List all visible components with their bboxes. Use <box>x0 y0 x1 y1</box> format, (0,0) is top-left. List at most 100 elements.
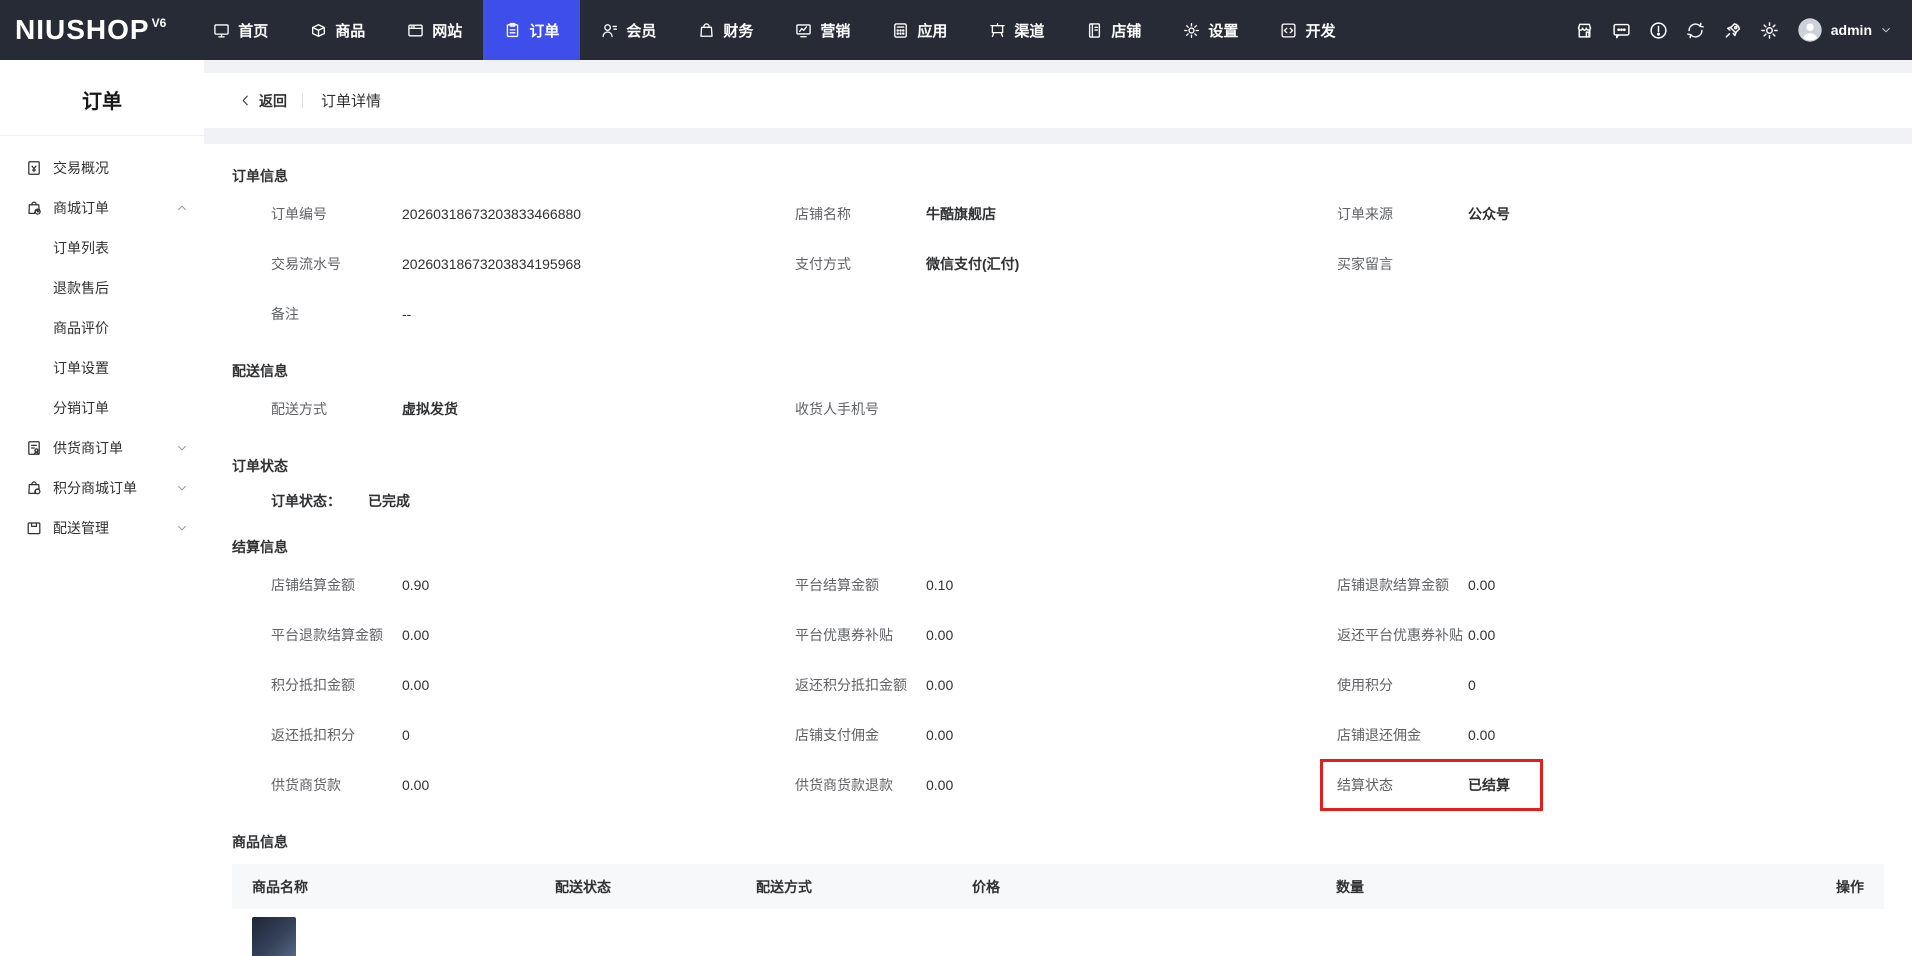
nav-item-shop[interactable]: 店铺 <box>1065 0 1162 60</box>
nav-item-finance[interactable]: 财务 <box>677 0 774 60</box>
sidebar-item-delivery-manage[interactable]: 配送管理 <box>0 508 204 548</box>
easel-icon <box>990 22 1006 37</box>
sidebar-item-label: 供货商订单 <box>53 440 123 456</box>
field-value: 0 <box>402 727 410 743</box>
code-icon <box>1281 22 1296 38</box>
sidebar-item-order-list[interactable]: 订单列表 <box>0 228 204 268</box>
alert-button[interactable] <box>1649 21 1668 40</box>
field-label: 返还抵扣积分 <box>271 727 355 743</box>
sidebar-item-distribution-order[interactable]: 分销订单 <box>0 388 204 428</box>
sidebar-item-label: 退款售后 <box>53 280 109 296</box>
field-label: 供货商货款 <box>271 777 341 793</box>
field-value: 0.00 <box>926 627 954 643</box>
sidebar-item-supplier-order[interactable]: 供货商订单 <box>0 428 204 468</box>
package-icon <box>312 23 326 37</box>
field-label: 订单来源 <box>1337 206 1393 222</box>
user-menu[interactable]: admin <box>1797 17 1892 43</box>
section-title-order-info: 订单信息 <box>232 168 288 184</box>
user-name: admin <box>1830 22 1872 38</box>
sidebar-item-goods-review[interactable]: 商品评价 <box>0 308 204 348</box>
layout: 订单 交易概况 商城订单订单列表退款售后商品评价 订单设置分销订单供货商订单积分商城… <box>0 60 1912 956</box>
order-status-row: 订单状态： 已完成 <box>232 478 1884 524</box>
nav-item-label: 财务 <box>723 22 754 40</box>
nav-item-label: 应用 <box>917 22 948 40</box>
chevron-left-icon <box>242 95 248 106</box>
nav-item-label: 网站 <box>432 22 463 40</box>
field-settlement_info-14: 结算状态 已结算 <box>1320 759 1884 811</box>
nav-item-label: 店铺 <box>1111 22 1142 40</box>
sidebar-item-order-settings[interactable]: 订单设置 <box>0 348 204 388</box>
field-label: 积分抵扣金额 <box>271 677 355 693</box>
field-label: 平台优惠券补贴 <box>795 627 893 643</box>
top-navbar: NIUSHOP V6 首页 商品 网站 订单 会员 财务 营销 应用 渠道 店铺 设置 开发 admi… <box>0 0 1912 60</box>
nav-item-label: 首页 <box>238 22 269 40</box>
field-settlement_info-6: 积分抵扣金额 0.00 <box>271 675 795 695</box>
sidebar-item-points-mall-order[interactable]: 积分商城订单 <box>0 468 204 508</box>
money-bag-icon <box>700 22 714 37</box>
logo-version: V6 <box>151 16 167 30</box>
field-value: 公众号 <box>1468 206 1510 222</box>
nav-item-label: 渠道 <box>1014 22 1045 40</box>
field-value: 0.00 <box>926 677 954 693</box>
field-label: 店铺结算金额 <box>271 577 355 593</box>
logo[interactable]: NIUSHOP V6 <box>15 0 166 60</box>
topnav-right-icons <box>1575 21 1779 40</box>
nav-item-label: 开发 <box>1305 22 1336 40</box>
field-label: 供货商货款退款 <box>795 777 893 793</box>
nav-item-settings[interactable]: 设置 <box>1162 0 1259 60</box>
sidebar-item-label: 积分商城订单 <box>53 480 137 496</box>
message-button[interactable] <box>1612 21 1631 40</box>
settlement-status-highlight: 结算状态 已结算 <box>1320 759 1543 811</box>
rocket-button[interactable] <box>1723 21 1742 40</box>
nav-item-goods[interactable]: 商品 <box>289 0 386 60</box>
nav-item-dev[interactable]: 开发 <box>1259 0 1356 60</box>
back-button[interactable]: 返回 <box>239 91 287 111</box>
sidebar-item-mall-order[interactable]: 商城订单 <box>0 188 204 228</box>
gear-button[interactable] <box>1760 21 1779 40</box>
field-value: 0.00 <box>1468 577 1496 593</box>
order-status-value: 已完成 <box>368 493 410 509</box>
field-label: 支付方式 <box>795 256 851 272</box>
field-value: 牛酷旗舰店 <box>926 206 996 222</box>
sidebar-item-label: 订单列表 <box>53 240 109 256</box>
nav-item-order[interactable]: 订单 <box>483 0 581 60</box>
nav-item-website[interactable]: 网站 <box>386 0 483 60</box>
chart-screen-icon <box>796 23 812 37</box>
sidebar-item-trade-overview[interactable]: 交易概况 <box>0 148 204 188</box>
goods-col-header-0: 商品名称 <box>252 878 308 895</box>
field-settlement_info-0: 店铺结算金额 0.90 <box>271 575 795 595</box>
sidebar-item-label: 配送管理 <box>53 520 109 536</box>
section-title-delivery-info: 配送信息 <box>232 363 288 379</box>
field-settlement_info-4: 平台优惠券补贴 0.00 <box>795 625 1337 645</box>
logo-text: NIUSHOP <box>15 14 150 45</box>
sidebar: 订单 交易概况 商城订单订单列表退款售后商品评价 订单设置分销订单供货商订单积分商城… <box>0 60 204 956</box>
field-order_info-2: 订单来源 公众号 <box>1337 204 1884 224</box>
chevron-down-icon <box>178 486 186 491</box>
nav-item-label: 会员 <box>626 22 657 40</box>
nav-item-member[interactable]: 会员 <box>580 0 677 60</box>
goods-col-header-2: 配送方式 <box>756 878 812 895</box>
nav-item-apps[interactable]: 应用 <box>871 0 968 60</box>
field-value: 0.00 <box>1468 727 1496 743</box>
page-title: 订单详情 <box>321 93 382 110</box>
sidebar-item-refund-aftersale[interactable]: 退款售后 <box>0 268 204 308</box>
field-value: 0.00 <box>1468 627 1496 643</box>
sidebar-title: 订单 <box>0 60 204 136</box>
storefront-button[interactable] <box>1575 21 1594 40</box>
field-label: 平台结算金额 <box>795 577 879 593</box>
refresh-button[interactable] <box>1686 21 1705 40</box>
nav-item-label: 设置 <box>1208 22 1239 40</box>
product-thumbnail[interactable] <box>252 917 296 956</box>
field-label: 平台退款结算金额 <box>271 627 383 643</box>
nav-item-marketing[interactable]: 营销 <box>774 0 871 60</box>
storefront-icon <box>1577 23 1591 38</box>
nav-item-channel[interactable]: 渠道 <box>968 0 1065 60</box>
field-value: 0.00 <box>402 677 430 693</box>
nav-item-label: 营销 <box>820 22 851 40</box>
nav-item-home[interactable]: 首页 <box>192 0 289 60</box>
field-order_info-6: 备注 -- <box>271 304 795 324</box>
goods-col-header-3: 价格 <box>972 878 1000 895</box>
rocket-icon <box>1725 22 1740 38</box>
sidebar-item-label: 分销订单 <box>53 400 109 416</box>
field-value: -- <box>402 306 412 322</box>
